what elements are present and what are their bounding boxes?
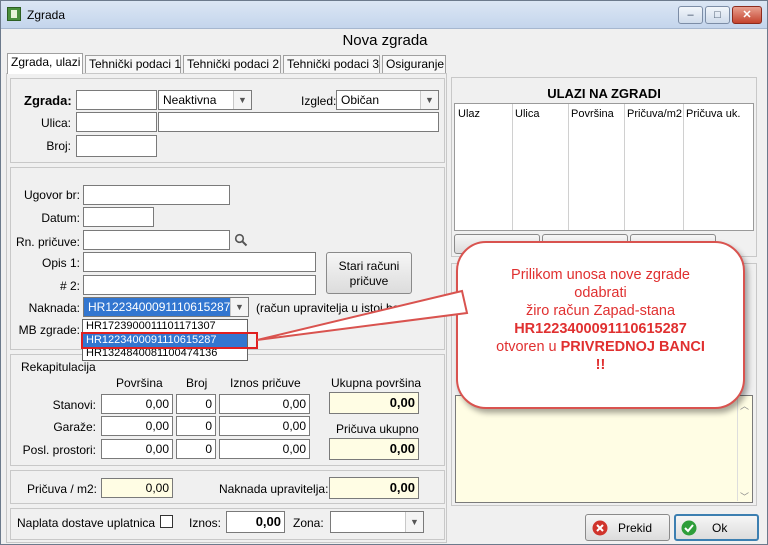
zona-label: Zona: — [293, 516, 324, 530]
pricuva-ukupno-value: 0,00 — [329, 438, 419, 460]
prekid-label: Prekid — [618, 521, 653, 535]
form-title: Nova zgrada — [342, 32, 428, 49]
stanovi-povrsina[interactable]: 0,00 — [101, 394, 173, 414]
iznos-input[interactable]: 0,00 — [226, 511, 285, 533]
posl-prostori-iznos[interactable]: 0,00 — [219, 439, 310, 459]
maximize-button[interactable]: □ — [705, 6, 730, 24]
garaze-iznos[interactable]: 0,00 — [219, 416, 310, 436]
checkmark-icon — [681, 520, 697, 536]
broj-input[interactable] — [76, 135, 157, 157]
ulazi-title: ULAZI NA ZGRADI — [547, 86, 661, 101]
minimize-button[interactable]: – — [678, 6, 703, 24]
tab-zgrada-ulazi[interactable]: Zgrada, ulazi — [7, 53, 83, 74]
search-icon[interactable] — [234, 233, 248, 247]
naplata-label: Naplata dostave uplatnica — [17, 516, 156, 530]
column-pricuva-uk: Pričuva uk. — [686, 108, 741, 120]
rn-pricuve-input[interactable] — [83, 230, 230, 250]
callout-line-3: žiro račun Zapad-stana — [525, 303, 676, 319]
close-button[interactable]: ✕ — [732, 6, 762, 24]
chevron-down-icon: ▼ — [230, 298, 248, 316]
window-title: Zgrada — [27, 8, 66, 22]
ugovor-input[interactable] — [83, 185, 230, 205]
napomena-textarea[interactable] — [455, 395, 753, 503]
column-povrsina: Površina — [571, 108, 614, 120]
chevron-down-icon: ▼ — [405, 512, 423, 532]
stanovi-label: Stanovi: — [52, 398, 96, 412]
ulica-extra-input[interactable] — [158, 112, 439, 132]
opis2-label: # 2: — [59, 279, 80, 293]
datum-label: Datum: — [41, 211, 80, 225]
callout-line-5a: otvoren u — [496, 339, 561, 355]
tab-tehnicki-1[interactable]: Tehnički podaci 1 — [85, 55, 181, 73]
app-icon — [7, 7, 21, 21]
callout-line-4: HR1223400091110615287 — [514, 321, 687, 337]
stanovi-broj[interactable]: 0 — [176, 394, 216, 414]
posl-prostori-broj[interactable]: 0 — [176, 439, 216, 459]
ulica-label: Ulica: — [40, 116, 71, 130]
naplata-checkbox[interactable] — [160, 515, 173, 528]
iznos-label: Iznos: — [189, 516, 222, 530]
ok-label: Ok — [712, 521, 728, 535]
zona-combo[interactable]: ▼ — [330, 511, 424, 533]
ukupna-povrsina-value: 0,00 — [329, 392, 419, 414]
callout-line-5b: PRIVREDNOJ BANCI — [560, 339, 705, 355]
chevron-down-icon: ▼ — [420, 91, 438, 109]
callout-line-2: odabrati — [574, 285, 627, 301]
title-bar: Zgrada – □ ✕ — [1, 1, 767, 29]
tab-tehnicki-3[interactable]: Tehnički podaci 3 — [283, 55, 380, 73]
callout-line-6: !! — [595, 357, 606, 373]
status-value: Neaktivna — [163, 93, 217, 107]
dropdown-option[interactable]: HR1324840081100474136 — [83, 347, 247, 361]
stanovi-iznos[interactable]: 0,00 — [219, 394, 310, 414]
mb-zgrade-label: MB zgrade: — [18, 323, 80, 337]
zgrada-input[interactable] — [76, 90, 157, 110]
posl-prostori-label: Posl. prostori: — [22, 443, 96, 457]
callout-line-1: Prilikom unosa nove zgrade — [511, 267, 690, 283]
naknada-upravitelja-value: 0,00 — [329, 477, 419, 499]
pricuva-m2-value[interactable]: 0,00 — [101, 478, 173, 498]
callout-pointer — [257, 289, 469, 341]
tab-tehnicki-2[interactable]: Tehnički podaci 2 — [183, 55, 281, 73]
rekapitulacija-title: Rekapitulacija — [19, 360, 98, 374]
broj-label: Broj: — [46, 139, 71, 153]
naknada-label: Naknada: — [28, 301, 80, 315]
highlight-box — [81, 332, 258, 349]
ukupna-povrsina-label: Ukupna površina — [331, 376, 422, 390]
garaze-povrsina[interactable]: 0,00 — [101, 416, 173, 436]
ulazi-table[interactable]: Ulaz Ulica Površina Pričuva/m2 Pričuva u… — [454, 103, 754, 231]
column-pricuva-m2: Pričuva/m2 — [627, 108, 683, 120]
textarea-scrollbar[interactable]: ︿ ﹀ — [737, 397, 751, 502]
col-povrsina: Površina — [116, 376, 163, 390]
instruction-callout: Prilikom unosa nove zgrade odabrati žiro… — [456, 241, 745, 409]
ulica-input[interactable] — [76, 112, 157, 132]
pricuva-m2-label: Pričuva / m2: — [27, 482, 98, 496]
izgled-value: Običan — [341, 93, 380, 107]
chevron-down-icon: ▼ — [233, 91, 251, 109]
status-combo[interactable]: Neaktivna ▼ — [158, 90, 252, 110]
posl-prostori-povrsina[interactable]: 0,00 — [101, 439, 173, 459]
zgrada-window: Zgrada – □ ✕ Nova zgrada Zgrada, ulazi T… — [0, 0, 768, 545]
garaze-label: Garaže: — [53, 420, 96, 434]
ugovor-label: Ugovor br: — [23, 188, 80, 202]
col-iznos: Iznos pričuve — [230, 376, 301, 390]
naknada-combo[interactable]: HR1223400091110615287 ▼ — [83, 297, 249, 317]
naknada-upravitelja-label: Naknada upravitelja: — [219, 482, 329, 496]
pricuva-ukupno-label: Pričuva ukupno — [336, 422, 419, 436]
cancel-icon — [592, 520, 608, 536]
izgled-combo[interactable]: Običan ▼ — [336, 90, 439, 110]
opis1-label: Opis 1: — [41, 256, 80, 270]
datum-input[interactable] — [83, 207, 154, 227]
tab-osiguranje[interactable]: Osiguranje — [382, 55, 446, 73]
ok-button[interactable]: Ok — [674, 514, 759, 541]
naknada-value: HR1223400091110615287 — [88, 300, 231, 314]
garaze-broj[interactable]: 0 — [176, 416, 216, 436]
izgled-label: Izgled: — [301, 94, 337, 108]
col-broj: Broj — [186, 376, 208, 390]
rn-pricuve-label: Rn. pričuve: — [15, 235, 80, 249]
zgrada-label: Zgrada: — [24, 93, 72, 108]
prekid-button[interactable]: Prekid — [585, 514, 670, 541]
column-ulaz: Ulaz — [458, 108, 481, 120]
column-ulica: Ulica — [515, 108, 540, 120]
